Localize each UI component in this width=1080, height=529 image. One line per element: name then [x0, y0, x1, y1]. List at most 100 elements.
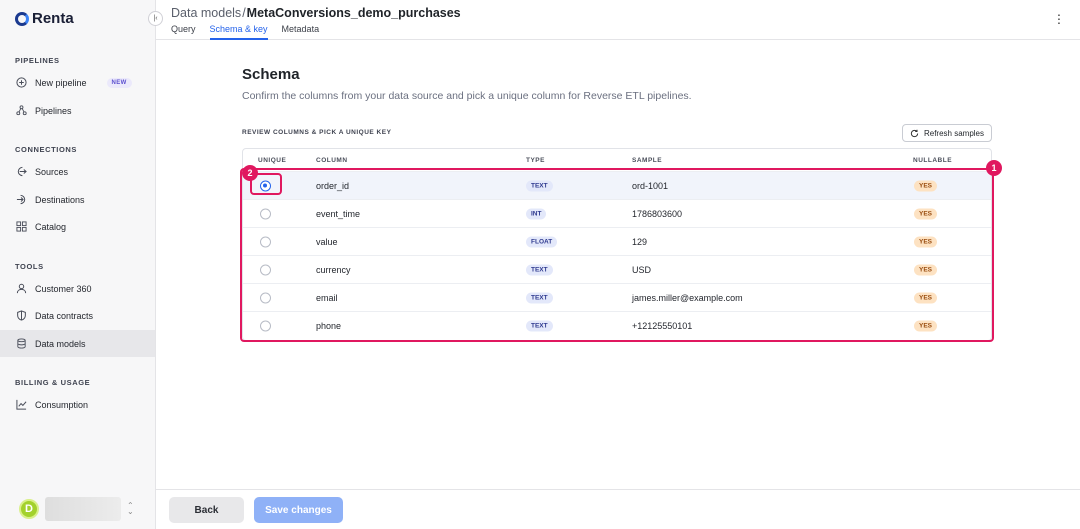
sidebar-item-label: New pipeline [35, 77, 87, 88]
header-type: TYPE [526, 157, 545, 164]
sidebar-item-label: Pipelines [35, 105, 72, 116]
page-footer: Back Save changes [156, 489, 1080, 529]
plus-circle-icon [16, 77, 27, 88]
highlight-marker-1: 1 [986, 160, 1002, 176]
sidebar-item-label: Data contracts [35, 310, 94, 321]
unique-radio[interactable] [260, 264, 271, 275]
type-badge: TEXT [526, 292, 553, 303]
save-changes-button[interactable]: Save changes [254, 497, 343, 523]
tab-schema-key[interactable]: Schema & key [209, 24, 268, 40]
more-options-icon[interactable]: · · · [1056, 7, 1062, 29]
column-name: currency [316, 264, 351, 275]
unique-radio[interactable] [260, 320, 271, 331]
app-logo[interactable]: Renta [15, 10, 74, 27]
breadcrumb-separator: / [242, 6, 246, 20]
sidebar-item-catalog[interactable]: Catalog [0, 213, 155, 240]
header-nullable: NULLABLE [913, 157, 953, 164]
chevron-left-icon: |‹ [153, 15, 158, 22]
section-title-connections: CONNECTIONS [15, 145, 78, 154]
nullable-badge: YES [914, 180, 938, 191]
renta-logo-icon [15, 11, 29, 26]
column-name: phone [316, 320, 342, 331]
grid-icon [16, 221, 27, 232]
sample-value: +12125550101 [632, 320, 693, 331]
review-label: REVIEW COLUMNS & PICK A UNIQUE KEY [242, 129, 392, 136]
column-name: email [316, 292, 338, 303]
destination-icon [16, 194, 27, 205]
nullable-badge: YES [914, 208, 938, 219]
breadcrumb-current: MetaConversions_demo_purchases [246, 6, 461, 20]
sidebar-item-label: Data models [35, 338, 86, 349]
nullable-badge: YES [914, 264, 938, 275]
avatar: D [19, 499, 39, 519]
user-menu[interactable]: D ⌃ ⌄ [0, 489, 155, 529]
source-icon [16, 166, 27, 177]
chevron-updown-icon: ⌃ ⌄ [127, 501, 134, 516]
type-badge: FLOAT [526, 236, 558, 247]
nullable-badge: YES [914, 320, 938, 331]
sidebar-item-label: Sources [35, 166, 69, 177]
unique-radio[interactable] [260, 208, 271, 219]
section-title-billing: BILLING & USAGE [15, 378, 91, 387]
table-row[interactable]: event_time INT 1786803600 YES [243, 199, 991, 227]
collapse-sidebar-button[interactable]: |‹ [148, 11, 163, 26]
refresh-icon [910, 129, 919, 137]
nullable-badge: YES [914, 292, 938, 303]
sidebar-item-label: Destinations [35, 194, 85, 205]
type-badge: TEXT [526, 264, 553, 275]
sidebar-item-destinations[interactable]: Destinations [0, 186, 155, 213]
type-badge: INT [526, 208, 547, 219]
unique-radio[interactable] [260, 180, 271, 191]
sidebar-item-pipelines[interactable]: Pipelines [0, 97, 155, 124]
shield-icon [16, 310, 27, 321]
database-icon [16, 338, 27, 349]
nodes-icon [16, 105, 27, 116]
column-name: order_id [316, 180, 350, 191]
schema-table: UNIQUE COLUMN TYPE SAMPLE NULLABLE order… [242, 148, 992, 341]
table-row[interactable]: value FLOAT 129 YES [243, 227, 991, 255]
back-button[interactable]: Back [169, 497, 244, 523]
refresh-samples-button[interactable]: Refresh samples [902, 124, 992, 142]
table-row[interactable]: order_id TEXT ord-1001 YES [243, 171, 991, 199]
sample-value: USD [632, 264, 652, 275]
user-name-redacted [45, 497, 121, 521]
column-name: value [316, 236, 338, 247]
page-subtitle: Confirm the columns from your data sourc… [242, 90, 692, 102]
sidebar: Renta PIPELINES New pipeline NEW Pipelin… [0, 0, 156, 529]
type-badge: TEXT [526, 320, 553, 331]
sidebar-item-label: Consumption [35, 399, 89, 410]
sample-value: james.miller@example.com [632, 292, 743, 303]
table-row[interactable]: currency TEXT USD YES [243, 255, 991, 283]
section-title-pipelines: PIPELINES [15, 56, 60, 65]
table-row[interactable]: email TEXT james.miller@example.com YES [243, 283, 991, 311]
nullable-badge: YES [914, 236, 938, 247]
tab-bar: Query Schema & key Metadata [171, 24, 319, 40]
page-title: Schema [242, 66, 300, 83]
user-icon [16, 283, 27, 294]
sidebar-item-label: Customer 360 [35, 283, 92, 294]
type-badge: TEXT [526, 180, 553, 191]
highlight-marker-2: 2 [242, 165, 258, 181]
chart-icon [16, 399, 27, 410]
sidebar-item-sources[interactable]: Sources [0, 158, 155, 185]
table-row[interactable]: phone TEXT +12125550101 YES [243, 311, 991, 339]
new-badge: NEW [106, 77, 132, 88]
page-header: Data models/MetaConversions_demo_purchas… [156, 0, 1080, 40]
sample-value: ord-1001 [632, 180, 669, 191]
sidebar-item-new-pipeline[interactable]: New pipeline NEW [0, 69, 155, 96]
unique-radio[interactable] [260, 292, 271, 303]
breadcrumb-parent[interactable]: Data models [171, 6, 241, 20]
tab-query[interactable]: Query [171, 24, 196, 40]
table-header: UNIQUE COLUMN TYPE SAMPLE NULLABLE [243, 149, 991, 171]
sidebar-item-data-contracts[interactable]: Data contracts [0, 302, 155, 329]
refresh-samples-label: Refresh samples [923, 128, 985, 138]
sidebar-item-consumption[interactable]: Consumption [0, 391, 155, 418]
sidebar-item-label: Catalog [35, 221, 67, 232]
sidebar-item-customer-360[interactable]: Customer 360 [0, 275, 155, 302]
header-unique: UNIQUE [258, 157, 287, 164]
unique-radio[interactable] [260, 236, 271, 247]
section-title-tools: TOOLS [15, 262, 44, 271]
sidebar-item-data-models[interactable]: Data models [0, 330, 155, 357]
tab-metadata[interactable]: Metadata [282, 24, 320, 40]
header-sample: SAMPLE [632, 157, 663, 164]
